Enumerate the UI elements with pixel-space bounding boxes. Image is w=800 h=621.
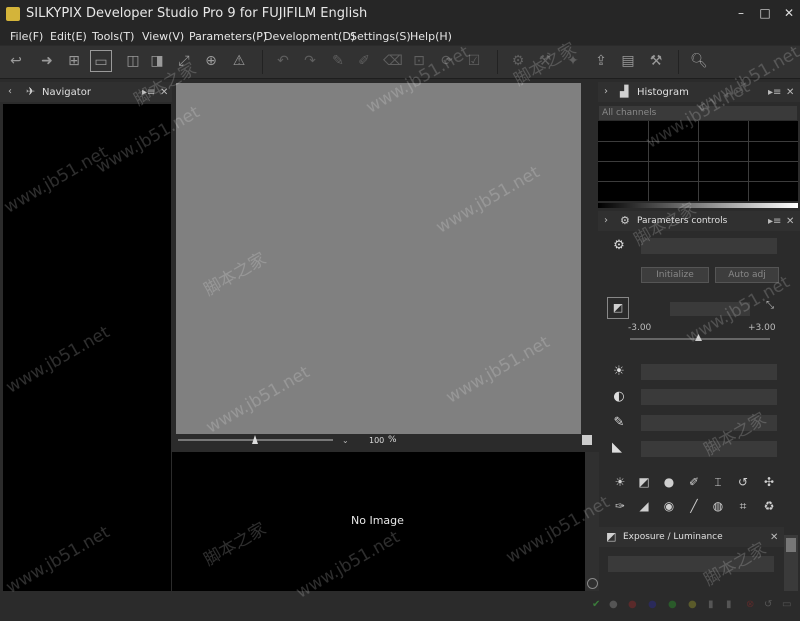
paste-params-icon[interactable]: ✐: [353, 50, 375, 72]
scroll-button-icon[interactable]: [587, 578, 598, 589]
menu-edit[interactable]: Edit(E): [50, 30, 87, 43]
monitor-icon[interactable]: ▤: [617, 50, 639, 72]
app-logo-icon: [6, 7, 20, 21]
maximize-button[interactable]: □: [755, 4, 775, 22]
reject-icon: ⊗: [746, 599, 755, 610]
contrast-icon: ◐: [613, 389, 625, 404]
close-exposure-icon[interactable]: ✕: [770, 532, 778, 543]
navigator-title: Navigator: [42, 87, 91, 98]
green-label-icon: ●: [668, 599, 677, 610]
toolbar-separator: [262, 50, 263, 74]
sharpness-icon: ✎: [613, 415, 625, 430]
brightness-icon: ☀: [613, 364, 625, 379]
window-title: SILKYPIX Developer Studio Pro 9 for FUJI…: [26, 6, 368, 21]
pin-histogram-icon[interactable]: ▸≡: [768, 87, 781, 98]
flag-icon: ▮: [726, 599, 732, 610]
next-image-icon[interactable]: ➜: [36, 50, 58, 72]
spot-tool-icon[interactable]: ◍: [709, 497, 727, 515]
menu-status-icon: ▭: [782, 599, 792, 610]
menu-help[interactable]: Help(H): [410, 30, 452, 43]
menu-settings[interactable]: Settings(S): [350, 30, 411, 43]
initialize-button[interactable]: Initialize: [641, 267, 709, 283]
lens-tool-icon[interactable]: ✑: [611, 497, 629, 515]
lock-icon: ▮: [708, 599, 714, 610]
hammer-icon[interactable]: ⚒: [645, 50, 667, 72]
crop-tool-icon[interactable]: ⌗: [734, 497, 752, 515]
redo-icon[interactable]: ↷: [299, 50, 321, 72]
menu-view[interactable]: View(V): [142, 30, 184, 43]
exposure-max-label: +3.00: [748, 323, 776, 333]
zoom-dropdown-icon[interactable]: ⌄: [342, 436, 349, 445]
close-parameters-icon[interactable]: ✕: [786, 216, 794, 227]
white-balance-select[interactable]: [641, 364, 777, 380]
histogram-gridline: [598, 141, 798, 142]
exposure-bias-icon[interactable]: ◩: [607, 297, 629, 319]
menu-file[interactable]: File(F): [10, 30, 43, 43]
menu-development[interactable]: Development(D): [264, 30, 355, 43]
close-histogram-icon[interactable]: ✕: [786, 87, 794, 98]
tone-curve-tool-icon[interactable]: ◢: [635, 497, 653, 515]
compare-view-icon[interactable]: ◫: [122, 50, 144, 72]
exposure-panel-icon: ◩: [606, 530, 617, 543]
fish-eye-tool-icon[interactable]: ◉: [660, 497, 678, 515]
parameters-icon: ⚙: [620, 214, 630, 227]
pin-parameters-icon[interactable]: ▸≡: [768, 216, 781, 227]
copy-params-icon[interactable]: ✎: [327, 50, 349, 72]
taste-select[interactable]: [641, 238, 777, 254]
taste-gear-icon: ⚙: [613, 238, 625, 253]
histogram-gradient: [598, 203, 798, 208]
open-folder-icon[interactable]: ↩: [5, 50, 27, 72]
navigator-icon: ✈: [26, 85, 36, 98]
export-icon[interactable]: ⇪: [590, 50, 612, 72]
toolbar-separator: [678, 50, 679, 74]
filter-status-icon: ●: [609, 599, 618, 610]
fit-to-window-icon[interactable]: [582, 435, 592, 445]
toolbar-separator: [497, 50, 498, 74]
grid-view-icon[interactable]: ⊞: [63, 50, 85, 72]
exposure-panel-title: Exposure / Luminance: [623, 532, 723, 542]
right-scroll-thumb[interactable]: [786, 538, 796, 552]
tone-select[interactable]: [641, 389, 777, 405]
perspective-tool-icon[interactable]: ⌶: [709, 473, 727, 491]
histogram-icon: ▟: [620, 85, 629, 98]
yellow-label-icon: ●: [688, 599, 697, 610]
minimize-button[interactable]: –: [731, 4, 751, 22]
grid-overlay-icon[interactable]: ⊕: [200, 50, 222, 72]
close-window-button[interactable]: ✕: [779, 4, 799, 22]
brush-tool-icon[interactable]: ╱: [685, 497, 703, 515]
warning-icon[interactable]: ⚠: [228, 50, 250, 72]
rotate-status-icon: ↺: [764, 599, 773, 610]
color-tool-icon[interactable]: ●: [660, 473, 678, 491]
eyedropper-tool-icon[interactable]: ✐: [685, 473, 703, 491]
histogram-title: Histogram: [637, 87, 689, 98]
expand-histogram-icon[interactable]: ›: [604, 86, 608, 97]
settings-tool-icon[interactable]: ✣: [760, 473, 778, 491]
white-balance-tool-icon[interactable]: ☀: [611, 473, 629, 491]
menu-parameters[interactable]: Parameters(P): [189, 30, 267, 43]
rotate-tool-icon[interactable]: ↺: [734, 473, 752, 491]
single-view-icon[interactable]: ▭: [90, 50, 112, 72]
status-bar: [0, 591, 800, 621]
zoom-search-icon[interactable]: 🔍︎: [688, 50, 710, 72]
exposure-min-label: -3.00: [628, 323, 652, 333]
ok-status-icon: ✔: [592, 599, 601, 610]
collapse-left-icon[interactable]: ‹: [8, 86, 12, 97]
no-image-label: No Image: [351, 514, 404, 527]
zoom-value[interactable]: 100: [369, 436, 384, 445]
histogram-gridline: [598, 161, 798, 162]
menu-tools[interactable]: Tools(T): [92, 30, 134, 43]
undo-icon[interactable]: ↶: [272, 50, 294, 72]
reset-params-icon[interactable]: ⌫: [382, 50, 404, 72]
expand-parameters-icon[interactable]: ›: [604, 215, 608, 226]
histogram-gridline: [598, 181, 798, 182]
red-label-icon: ●: [628, 599, 637, 610]
noise-reduction-icon: ◣: [612, 440, 622, 455]
zoom-unit: %: [388, 435, 397, 445]
exposure-tool-icon[interactable]: ◩: [635, 473, 653, 491]
blue-label-icon: ●: [648, 599, 657, 610]
recycle-tool-icon[interactable]: ♻: [760, 497, 778, 515]
